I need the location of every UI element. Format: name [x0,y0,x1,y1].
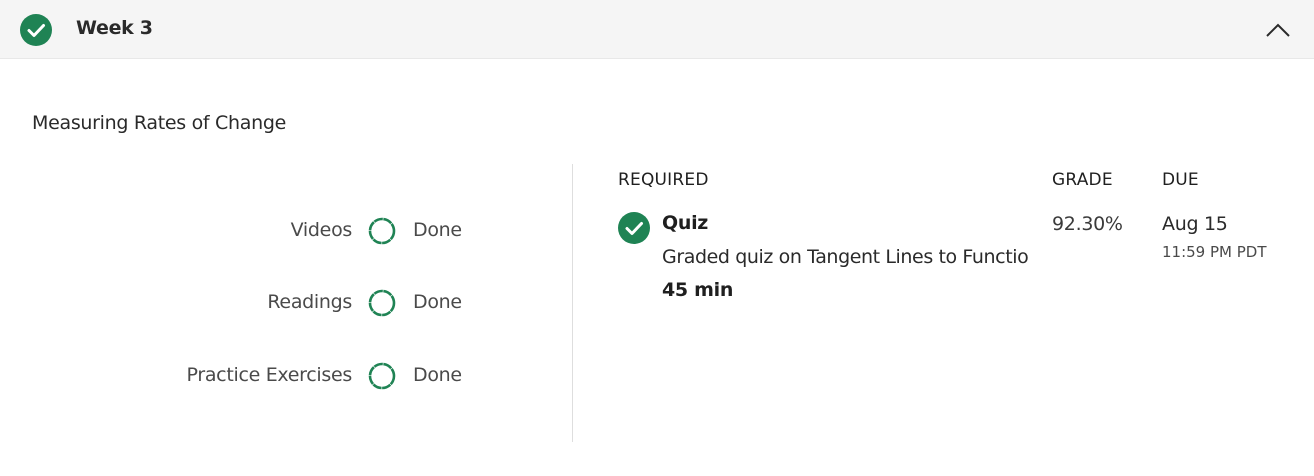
lesson-title: Measuring Rates of Change [32,112,287,134]
grade-column-header: GRADE [1052,170,1113,190]
chevron-up-icon [1266,23,1290,37]
item-due-date: Aug 15 [1162,213,1228,235]
item-due-time: 11:59 PM PDT [1162,243,1267,261]
item-grade: 92.30% [1052,213,1123,235]
progress-row-videos[interactable]: Videos Done [100,214,500,248]
progress-status: Done [413,291,462,313]
item-duration: 45 min [662,279,734,301]
check-circle-icon [618,212,650,244]
progress-label: Practice Exercises [186,364,353,386]
week-title: Week 3 [76,17,153,39]
progress-ring-icon [368,362,396,390]
collapse-button[interactable] [1258,14,1298,46]
progress-label: Videos [290,219,353,241]
due-column-header: DUE [1162,170,1199,190]
progress-label: Readings [267,291,352,313]
progress-row-practice-exercises[interactable]: Practice Exercises Done [100,359,500,393]
required-column-header: REQUIRED [618,170,709,190]
item-type-label[interactable]: Quiz [662,212,708,234]
week-header[interactable]: Week 3 [0,0,1314,59]
column-divider [572,164,573,442]
check-circle-icon [20,14,52,46]
item-description-link[interactable]: Graded quiz on Tangent Lines to Function… [662,246,1028,268]
progress-status: Done [413,364,462,386]
progress-ring-icon [368,217,396,245]
progress-row-readings[interactable]: Readings Done [100,286,500,320]
progress-status: Done [413,219,462,241]
progress-ring-icon [368,289,396,317]
